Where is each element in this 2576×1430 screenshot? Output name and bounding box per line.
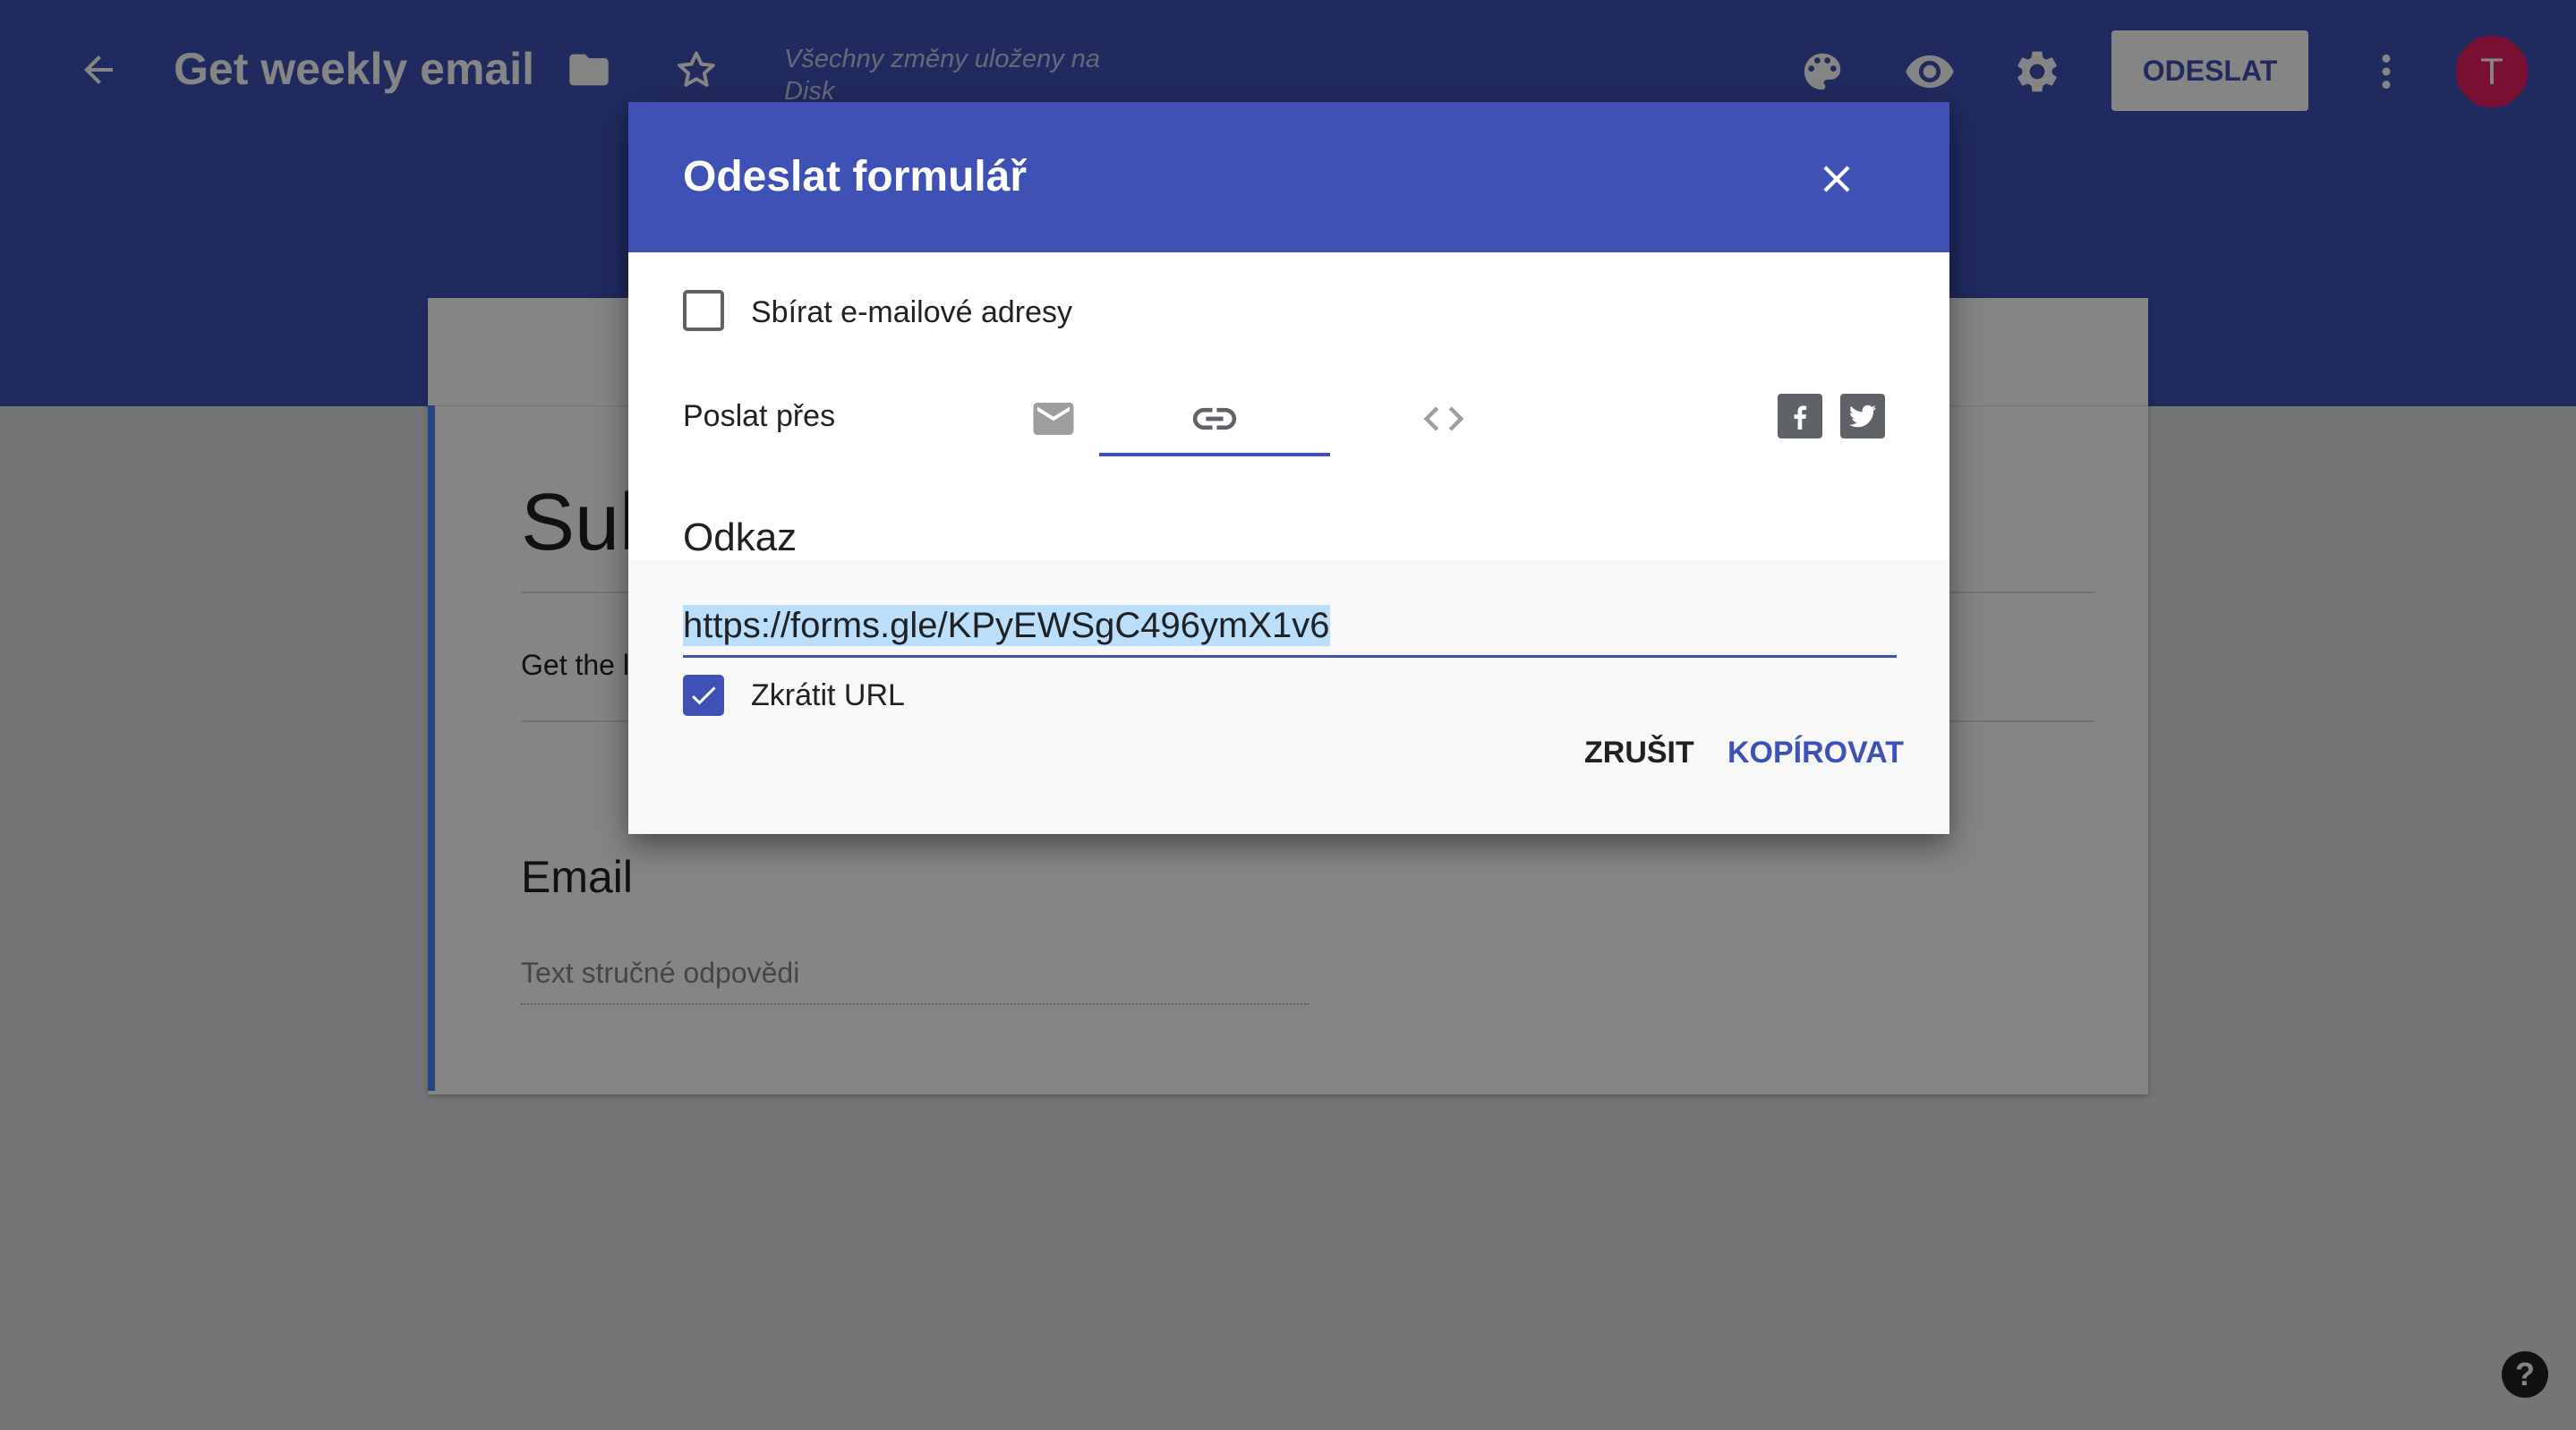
close-icon: [1823, 166, 1850, 192]
embed-code-icon: [1423, 406, 1464, 431]
link-url-text[interactable]: https://forms.gle/KPyEWSgC496ymX1v6: [683, 605, 1330, 646]
dialog-options: Sbírat e-mailové adresy Poslat přes: [628, 252, 1949, 560]
shorten-url-label[interactable]: Zkrátit URL: [751, 678, 905, 713]
share-twitter-button[interactable]: [1840, 394, 1885, 438]
link-url-field[interactable]: https://forms.gle/KPyEWSgC496ymX1v6: [683, 600, 1897, 658]
collect-emails-checkbox[interactable]: [683, 290, 724, 331]
shorten-url-checkbox[interactable]: [683, 675, 724, 716]
link-section-title: Odkaz: [683, 515, 798, 559]
tab-embed[interactable]: [1328, 378, 1559, 460]
send-form-dialog: Odeslat formulář Sbírat e-mailové adresy…: [628, 102, 1949, 834]
check-icon: [692, 686, 716, 705]
cancel-button[interactable]: ZRUŠIT: [1584, 736, 1694, 770]
twitter-icon: [1849, 404, 1876, 428]
dialog-header: Odeslat formulář: [628, 102, 1949, 252]
facebook-icon: [1794, 405, 1807, 430]
tab-link[interactable]: [1099, 378, 1330, 460]
collect-emails-label[interactable]: Sbírat e-mailové adresy: [751, 295, 1072, 330]
dialog-title: Odeslat formulář: [683, 153, 1028, 200]
close-dialog-button[interactable]: [1812, 154, 1862, 204]
link-icon: [1192, 407, 1237, 430]
send-via-label: Poslat přes: [683, 399, 836, 433]
share-facebook-button[interactable]: [1778, 394, 1822, 438]
copy-button[interactable]: KOPÍROVAT: [1727, 736, 1904, 770]
selected-tab-indicator: [1099, 453, 1330, 456]
email-icon: [1033, 403, 1074, 435]
